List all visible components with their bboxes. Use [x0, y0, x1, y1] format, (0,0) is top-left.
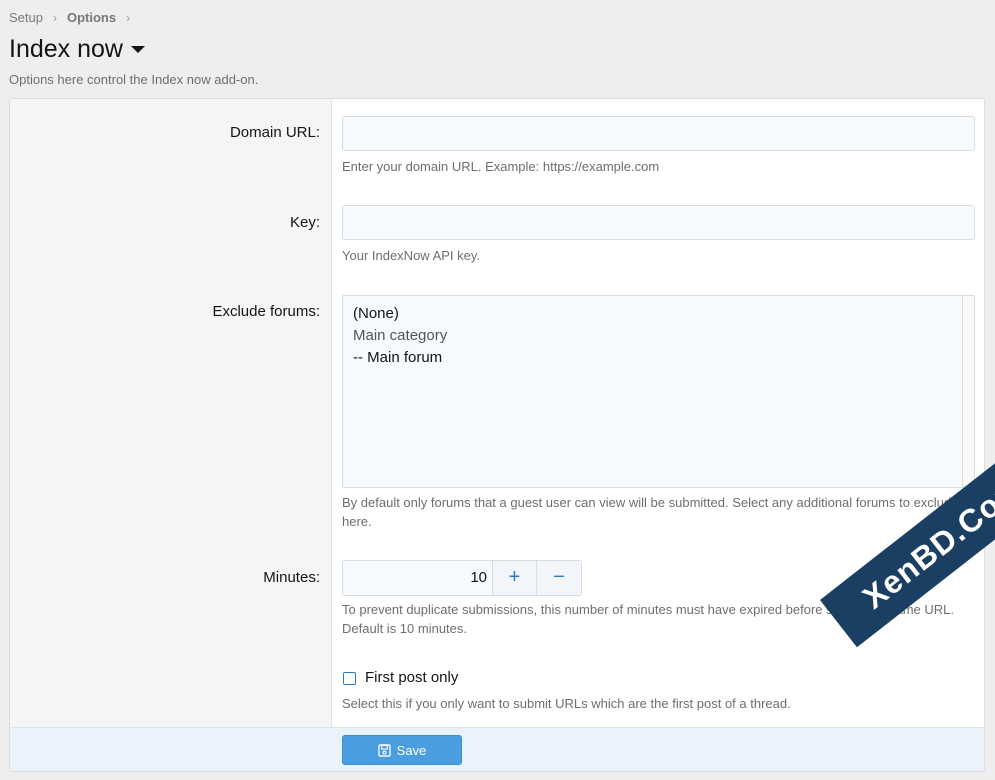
decrement-button[interactable]: −	[537, 561, 581, 595]
form-footer: Save	[10, 727, 984, 771]
key-input[interactable]	[342, 205, 975, 240]
scrollbar[interactable]	[962, 296, 974, 487]
list-item[interactable]: -- Main forum	[353, 349, 442, 366]
first-post-only-checkbox[interactable]	[343, 672, 356, 685]
list-item[interactable]: Main category	[353, 327, 447, 344]
minutes-stepper: 10 + −	[342, 560, 582, 596]
caret-down-icon[interactable]	[130, 46, 145, 53]
label-column	[10, 99, 332, 727]
key-label: Key:	[289, 214, 320, 231]
page-title-text: Index now	[9, 35, 123, 63]
domain-url-input[interactable]	[342, 116, 975, 151]
page-title[interactable]: Index now	[9, 35, 145, 64]
domain-url-label: Domain URL:	[229, 124, 320, 141]
chevron-right-icon: ›	[52, 10, 57, 25]
exclude-forums-select[interactable]: (None) Main category -- Main forum	[342, 295, 975, 488]
domain-url-hint: Enter your domain URL. Example: https://…	[342, 159, 660, 174]
page-description: Options here control the Index now add-o…	[9, 72, 259, 87]
exclude-forums-hint: By default only forums that a guest user…	[342, 495, 959, 529]
breadcrumb-setup[interactable]: Setup	[9, 10, 43, 25]
key-hint: Your IndexNow API key.	[342, 248, 481, 263]
first-post-only-label[interactable]: First post only	[365, 669, 458, 686]
first-post-only-hint: Select this if you only want to submit U…	[342, 696, 791, 711]
save-icon	[377, 743, 391, 757]
exclude-forums-label: Exclude forums:	[212, 303, 320, 320]
save-button[interactable]: Save	[342, 735, 462, 765]
save-label: Save	[396, 742, 427, 758]
minutes-label: Minutes:	[263, 569, 320, 586]
breadcrumb: Setup › Options ›	[9, 10, 140, 25]
increment-button[interactable]: +	[493, 561, 537, 595]
breadcrumb-options[interactable]: Options	[67, 10, 116, 25]
list-item[interactable]: (None)	[353, 305, 399, 322]
options-form: Domain URL: Enter your domain URL. Examp…	[9, 98, 985, 772]
chevron-right-icon: ›	[126, 10, 131, 25]
minutes-input[interactable]: 10	[343, 561, 493, 595]
